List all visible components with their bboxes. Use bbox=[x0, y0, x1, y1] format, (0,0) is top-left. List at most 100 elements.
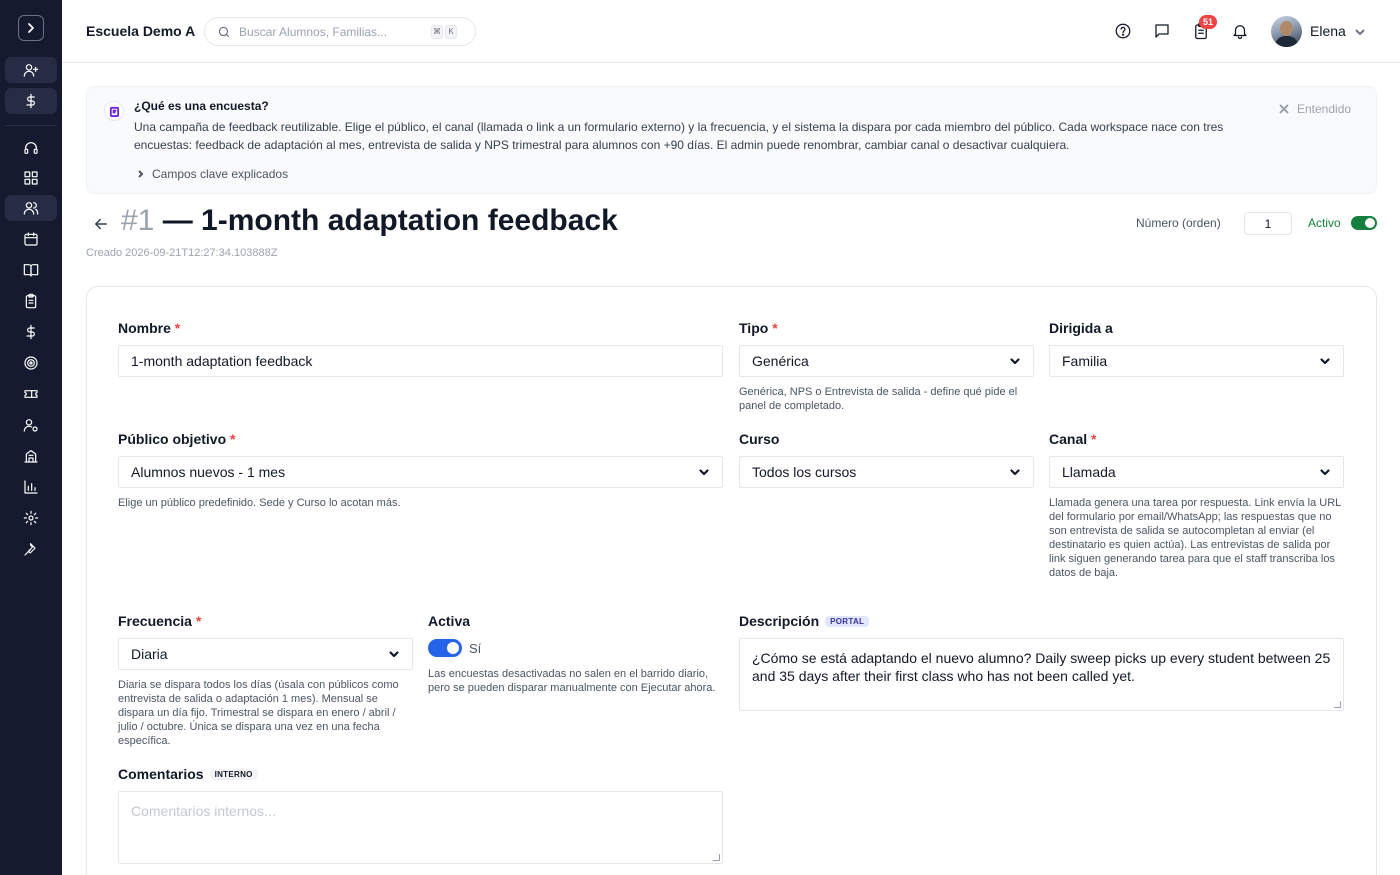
sidebar bbox=[0, 0, 62, 875]
publico-label: Público objetivo * bbox=[118, 431, 236, 447]
portal-tag: PORTAL bbox=[825, 616, 870, 627]
curso-label: Curso bbox=[739, 431, 780, 447]
headset-icon bbox=[24, 142, 38, 154]
settings-icon bbox=[23, 510, 39, 526]
comentarios-label: Comentarios INTERNO bbox=[118, 766, 258, 782]
activa-label: Activa bbox=[428, 613, 471, 629]
canal-hint: Llamada genera una tarea por respuesta. … bbox=[1049, 497, 1341, 579]
activa-hint: Las encuestas desactivadas no salen en e… bbox=[428, 668, 716, 694]
user-cog-icon bbox=[23, 419, 38, 432]
user-name[interactable]: Elena bbox=[1310, 23, 1346, 39]
school-name: Escuela Demo A bbox=[86, 23, 196, 39]
users-icon bbox=[23, 202, 39, 215]
shortcut-key-cmd: ⌘ bbox=[431, 24, 443, 39]
ticket-icon bbox=[24, 390, 38, 398]
order-input[interactable] bbox=[1244, 212, 1292, 235]
dismiss-button[interactable]: Entendido bbox=[1279, 102, 1351, 116]
chevron-down-icon bbox=[1320, 358, 1330, 365]
dirigida-label: Dirigida a bbox=[1049, 320, 1113, 336]
activa-toggle[interactable] bbox=[428, 639, 462, 657]
survey-title: — 1-month adaptation feedback bbox=[162, 204, 618, 237]
sidebar-item-add-student[interactable] bbox=[5, 57, 57, 83]
sidebar-divider bbox=[5, 125, 57, 126]
frecuencia-hint: Diaria se dispara todos los días (úsala … bbox=[118, 679, 399, 747]
clipboard-icon bbox=[25, 293, 37, 309]
sidebar-item-courses[interactable] bbox=[5, 257, 57, 283]
canal-select[interactable]: Llamada bbox=[1049, 456, 1344, 488]
chevron-down-icon bbox=[389, 651, 399, 658]
canal-label: Canal * bbox=[1049, 431, 1097, 447]
user-avatar[interactable] bbox=[1271, 16, 1302, 47]
sidebar-item-reports[interactable] bbox=[5, 474, 57, 500]
chevron-down-icon bbox=[1320, 469, 1330, 476]
bar-chart-icon bbox=[24, 480, 38, 494]
sidebar-item-tickets[interactable] bbox=[5, 381, 57, 407]
info-title: ¿Qué es una encuesta? bbox=[134, 99, 269, 113]
notifications-button[interactable] bbox=[1230, 21, 1250, 41]
chat-icon bbox=[1155, 24, 1169, 38]
survey-number: #1 bbox=[121, 204, 155, 237]
sidebar-item-tools[interactable] bbox=[5, 536, 57, 562]
chevron-down-icon bbox=[699, 469, 709, 476]
building-icon bbox=[24, 450, 38, 463]
curso-select[interactable]: Todos los cursos bbox=[739, 456, 1034, 488]
grid-icon bbox=[24, 171, 38, 185]
sidebar-item-payments[interactable] bbox=[5, 88, 57, 114]
close-icon bbox=[1279, 104, 1289, 114]
key-fields-label: Campos clave explicados bbox=[152, 167, 289, 181]
survey-icon bbox=[104, 101, 124, 121]
frecuencia-label: Frecuencia * bbox=[118, 613, 202, 629]
tipo-select[interactable]: Genérica bbox=[739, 345, 1034, 377]
active-switch[interactable] bbox=[1351, 216, 1377, 230]
chevron-down-icon bbox=[1010, 469, 1020, 476]
nombre-input[interactable]: 1-month adaptation feedback bbox=[118, 345, 723, 377]
frecuencia-select[interactable]: Diaria bbox=[118, 638, 413, 670]
sidebar-item-dashboard[interactable] bbox=[5, 165, 57, 191]
shortcut-key-k: K bbox=[445, 24, 457, 39]
tasks-count-badge: 51 bbox=[1199, 15, 1218, 29]
info-body: Una campaña de feedback reutilizable. El… bbox=[134, 120, 1224, 152]
key-fields-link[interactable]: Campos clave explicados bbox=[136, 167, 288, 181]
dollar-icon bbox=[26, 93, 35, 109]
activa-toggle-text: Sí bbox=[469, 641, 482, 656]
search-input[interactable] bbox=[239, 24, 429, 39]
sidebar-toggle-button[interactable] bbox=[18, 15, 44, 41]
sidebar-item-school[interactable] bbox=[5, 443, 57, 469]
chevron-down-icon bbox=[1355, 29, 1365, 36]
order-label: Número (orden) bbox=[1136, 216, 1221, 230]
page-title: #1 — 1-month adaptation feedback bbox=[121, 204, 618, 238]
active-label: Activo bbox=[1308, 216, 1341, 230]
sidebar-item-goals[interactable] bbox=[5, 350, 57, 376]
chevron-down-icon bbox=[1010, 358, 1020, 365]
tipo-label: Tipo * bbox=[739, 320, 778, 336]
messages-button[interactable] bbox=[1152, 21, 1172, 41]
dirigida-select[interactable]: Familia bbox=[1049, 345, 1344, 377]
descripcion-textarea[interactable]: ¿Cómo se está adaptando el nuevo alumno?… bbox=[739, 638, 1344, 711]
back-button[interactable] bbox=[92, 215, 110, 233]
target-icon bbox=[24, 356, 38, 370]
global-search[interactable]: ⌘ K bbox=[204, 17, 476, 46]
sidebar-item-support[interactable] bbox=[5, 135, 57, 161]
info-banner: ¿Qué es una encuesta? Una campaña de fee… bbox=[86, 86, 1377, 194]
sidebar-item-billing[interactable] bbox=[5, 319, 57, 345]
created-timestamp: Creado 2026-09-21T12:27:34.103888Z bbox=[86, 247, 278, 259]
resize-handle[interactable] bbox=[713, 854, 720, 861]
sidebar-item-users[interactable] bbox=[5, 195, 57, 221]
chevron-right-icon bbox=[138, 170, 144, 178]
interno-tag: INTERNO bbox=[209, 769, 258, 780]
help-icon bbox=[1115, 23, 1131, 39]
help-button[interactable] bbox=[1113, 21, 1133, 41]
sidebar-item-surveys[interactable] bbox=[5, 288, 57, 314]
sidebar-item-calendar[interactable] bbox=[5, 226, 57, 252]
bell-icon bbox=[1233, 25, 1247, 40]
book-icon bbox=[23, 264, 39, 277]
comentarios-textarea[interactable]: Comentarios internos... bbox=[118, 791, 723, 864]
resize-handle[interactable] bbox=[1334, 701, 1341, 708]
sidebar-item-settings[interactable] bbox=[5, 505, 57, 531]
chevron-right-icon bbox=[28, 23, 34, 33]
descripcion-label: Descripción PORTAL bbox=[739, 613, 870, 629]
sidebar-item-staff[interactable] bbox=[5, 412, 57, 438]
dollar-icon bbox=[26, 324, 35, 340]
publico-select[interactable]: Alumnos nuevos - 1 mes bbox=[118, 456, 723, 488]
user-menu-toggle[interactable] bbox=[1354, 25, 1366, 37]
